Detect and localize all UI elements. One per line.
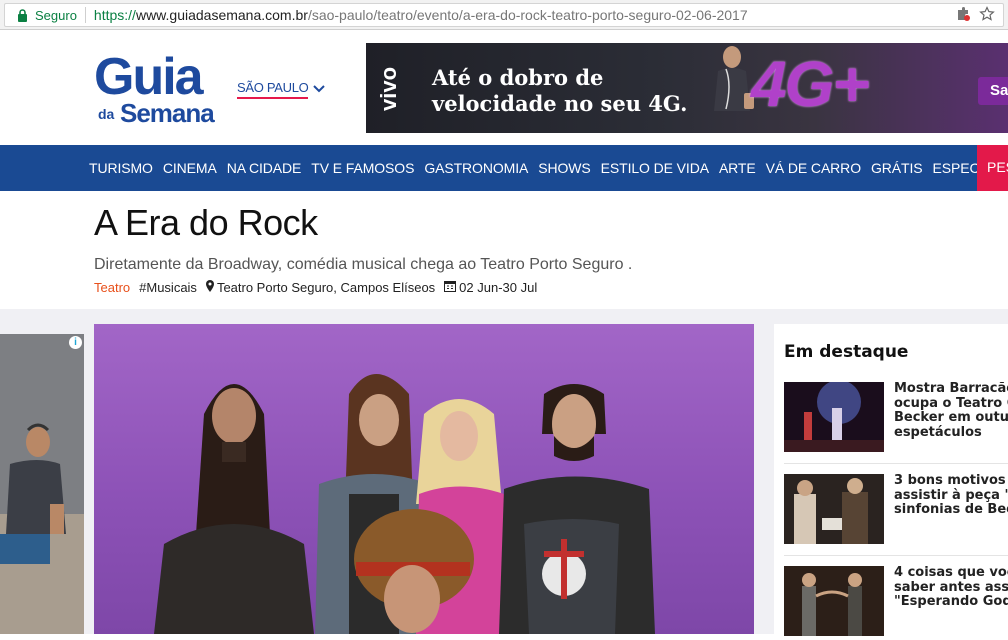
map-marker-icon bbox=[205, 280, 214, 295]
nav-item-tv-e-famosos[interactable]: TV E FAMOSOS bbox=[311, 160, 414, 176]
lock-icon bbox=[17, 8, 29, 22]
featured-headline: Mostra Barracão ocupa o Teatro C Becker … bbox=[894, 381, 1008, 440]
featured-headline-line: Becker em outub bbox=[894, 410, 1008, 425]
nav-item-gastronomia[interactable]: GASTRONOMIA bbox=[424, 160, 528, 176]
url-domain: www.guiadasemana.com.br bbox=[135, 7, 308, 23]
nav-item-shows[interactable]: SHOWS bbox=[538, 160, 590, 176]
featured-headline-line: sinfonias de Bee bbox=[894, 502, 1008, 517]
site-header: Guia da Semana SÃO PAULO vivo Até o dobr… bbox=[0, 31, 1008, 145]
featured-headline-line: 3 bons motivos p bbox=[894, 473, 1008, 488]
event-hero-image bbox=[94, 324, 754, 634]
logo-da: da bbox=[98, 106, 115, 122]
nav-item-estilo-de-vida[interactable]: ESTILO DE VIDA bbox=[601, 160, 709, 176]
search-button[interactable]: PES bbox=[977, 145, 1008, 191]
url-path: /sao-paulo/teatro/evento/a-era-do-rock-t… bbox=[307, 7, 748, 23]
nav-list: TURISMO CINEMA NA CIDADE TV E FAMOSOS GA… bbox=[89, 145, 1008, 191]
featured-item[interactable]: 3 bons motivos p assistir à peça "3 sinf… bbox=[784, 473, 1008, 548]
featured-thumbnail bbox=[784, 566, 884, 636]
ad-headline: Até o dobro de velocidade no seu 4G. bbox=[432, 65, 687, 117]
event-subtitle: Diretamente da Broadway, comédia musical… bbox=[94, 256, 633, 273]
event-dates: 02 Jun-30 Jul bbox=[459, 280, 538, 295]
side-ad[interactable]: i bbox=[0, 334, 84, 634]
featured-thumbnail bbox=[784, 474, 884, 544]
nav-item-va-de-carro[interactable]: VÁ DE CARRO bbox=[766, 160, 861, 176]
featured-headline-line: ocupa o Teatro C bbox=[894, 395, 1008, 411]
calendar-icon bbox=[444, 280, 457, 295]
featured-item[interactable]: Mostra Barracão ocupa o Teatro C Becker … bbox=[784, 381, 1008, 456]
logo-semana: Semana bbox=[120, 98, 215, 128]
event-header: A Era do Rock Diretamente da Broadway, c… bbox=[0, 191, 1008, 309]
page-title: A Era do Rock bbox=[94, 202, 318, 243]
sidebar-title: Em destaque bbox=[784, 342, 909, 362]
featured-headline-line: assistir à peça "3 bbox=[894, 487, 1008, 503]
address-bar[interactable]: Seguro https:// www.guiadasemana.com.br … bbox=[4, 3, 1004, 27]
url-separator bbox=[84, 7, 86, 23]
adchoices-icon[interactable]: i bbox=[69, 336, 82, 349]
divider bbox=[784, 555, 1008, 556]
chevron-down-icon bbox=[312, 81, 326, 99]
nav-item-cinema[interactable]: CINEMA bbox=[163, 160, 217, 176]
ad-headline-line2: velocidade no seu 4G. bbox=[432, 91, 688, 116]
featured-thumbnail bbox=[784, 382, 884, 452]
featured-headline-line: 4 coisas que você bbox=[894, 565, 1008, 580]
main-nav: TURISMO CINEMA NA CIDADE TV E FAMOSOS GA… bbox=[0, 145, 1008, 191]
featured-headline-line: espetáculos bbox=[894, 424, 982, 440]
event-tag-link[interactable]: #Musicais bbox=[139, 280, 197, 295]
featured-headline: 4 coisas que você saber antes assis "Esp… bbox=[894, 565, 1008, 610]
featured-headline-line: "Esperando Godo bbox=[894, 594, 1008, 609]
nav-item-arte[interactable]: ARTE bbox=[719, 160, 756, 176]
divider bbox=[784, 463, 1008, 464]
ad-product: 4G+ bbox=[751, 48, 870, 120]
url-scheme: https:// bbox=[93, 7, 136, 23]
secure-label: Seguro bbox=[35, 7, 77, 23]
featured-sidebar: Em destaque Mostra Barracão ocupa o Teat… bbox=[774, 324, 1008, 636]
browser-toolbar: Seguro https:// www.guiadasemana.com.br … bbox=[0, 0, 1008, 30]
cast-photo bbox=[154, 374, 655, 634]
featured-headline: 3 bons motivos p assistir à peça "3 sinf… bbox=[894, 473, 1008, 518]
city-selector[interactable]: SÃO PAULO bbox=[237, 80, 326, 99]
ad-cta-button[interactable]: Sai bbox=[978, 77, 1008, 105]
event-district: , Campos Elíseos bbox=[333, 280, 436, 295]
featured-headline-line: saber antes assis bbox=[894, 579, 1008, 595]
nav-item-turismo[interactable]: TURISMO bbox=[89, 160, 153, 176]
nav-item-na-cidade[interactable]: NA CIDADE bbox=[227, 160, 302, 176]
city-label: SÃO PAULO bbox=[237, 80, 309, 99]
side-ad-image bbox=[0, 334, 84, 634]
featured-headline-line: Mostra Barracão bbox=[894, 381, 1008, 396]
featured-item[interactable]: 4 coisas que você saber antes assis "Esp… bbox=[784, 565, 1008, 640]
event-meta: Teatro #Musicais Teatro Porto Seguro , C… bbox=[94, 280, 537, 295]
event-category-link[interactable]: Teatro bbox=[94, 280, 130, 295]
nav-item-gratis[interactable]: GRÁTIS bbox=[871, 160, 923, 176]
event-venue-link[interactable]: Teatro Porto Seguro bbox=[217, 280, 333, 295]
ad-brand: vivo bbox=[376, 66, 401, 112]
bookmark-star-icon[interactable] bbox=[979, 6, 995, 26]
site-logo[interactable]: Guia da Semana bbox=[94, 48, 234, 128]
ad-headline-line1: Até o dobro de bbox=[432, 65, 604, 90]
extension-icon[interactable] bbox=[955, 6, 971, 26]
ad-banner[interactable]: vivo Até o dobro de velocidade no seu 4G… bbox=[366, 43, 1008, 133]
